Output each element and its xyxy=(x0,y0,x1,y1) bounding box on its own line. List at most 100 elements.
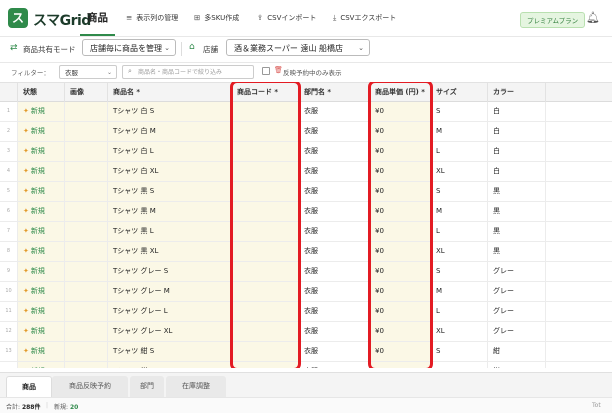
unit-price-cell[interactable]: ¥0 xyxy=(370,362,431,368)
size-cell[interactable]: S xyxy=(431,262,488,281)
image-cell[interactable] xyxy=(65,102,108,121)
color-cell[interactable]: 紺 xyxy=(488,362,546,368)
table-row[interactable]: 9 ✦ 新規 Tシャツ グレー S 衣服 ¥0 S グレー xyxy=(0,262,612,282)
status-cell[interactable]: ✦新規 xyxy=(18,182,65,201)
image-cell[interactable] xyxy=(65,302,108,321)
size-cell[interactable]: S xyxy=(431,182,488,201)
product-name-cell[interactable]: Tシャツ 黒 L xyxy=(108,222,232,241)
nav-column-settings[interactable]: ≡ 表示列の管理 xyxy=(126,13,178,23)
unit-price-cell[interactable]: ¥0 xyxy=(370,142,431,161)
nav-multi-sku[interactable]: ⊞ 多SKU作成 xyxy=(194,13,239,23)
image-cell[interactable] xyxy=(65,122,108,141)
product-code-cell[interactable] xyxy=(232,162,299,181)
unit-price-cell[interactable]: ¥0 xyxy=(370,182,431,201)
tab-products[interactable]: 商品 xyxy=(6,376,52,399)
department-cell[interactable]: 衣服 xyxy=(299,222,370,241)
status-cell[interactable]: ✦新規 xyxy=(18,162,65,181)
department-cell[interactable]: 衣服 xyxy=(299,362,370,368)
status-cell[interactable]: ✦新規 xyxy=(18,102,65,121)
product-code-cell[interactable] xyxy=(232,302,299,321)
table-row[interactable]: 6 ✦ 新規 Tシャツ 黒 M 衣服 ¥0 M 黒 xyxy=(0,202,612,222)
color-cell[interactable]: 黒 xyxy=(488,242,546,261)
product-name-cell[interactable]: Tシャツ 黒 XL xyxy=(108,242,232,261)
unit-price-cell[interactable]: ¥0 xyxy=(370,102,431,121)
image-cell[interactable] xyxy=(65,162,108,181)
status-cell[interactable]: ✦新規 xyxy=(18,222,65,241)
nav-csv-export[interactable]: ⤓ CSVエクスポート xyxy=(333,13,396,23)
table-row[interactable]: 7 ✦ 新規 Tシャツ 黒 L 衣服 ¥0 L 黒 xyxy=(0,222,612,242)
product-code-cell[interactable] xyxy=(232,262,299,281)
unit-price-cell[interactable]: ¥0 xyxy=(370,322,431,341)
product-code-cell[interactable] xyxy=(232,242,299,261)
header-status[interactable]: 状態 xyxy=(18,83,65,102)
table-row[interactable]: 1 ✦ 新規 Tシャツ 白 S 衣服 ¥0 S 白 xyxy=(0,102,612,122)
color-cell[interactable]: グレー xyxy=(488,302,546,321)
product-name-cell[interactable]: Tシャツ 紺 M xyxy=(108,362,232,368)
header-product-name[interactable]: 商品名 * xyxy=(108,83,232,102)
table-row[interactable]: 13 ✦ 新規 Tシャツ 紺 S 衣服 ¥0 S 紺 xyxy=(0,342,612,362)
unit-price-cell[interactable]: ¥0 xyxy=(370,222,431,241)
size-cell[interactable]: XL xyxy=(431,162,488,181)
bell-icon[interactable]: 🔔︎ xyxy=(586,11,600,24)
image-cell[interactable] xyxy=(65,182,108,201)
table-row[interactable]: 10 ✦ 新規 Tシャツ グレー M 衣服 ¥0 M グレー xyxy=(0,282,612,302)
color-cell[interactable]: グレー xyxy=(488,262,546,281)
header-unit-price[interactable]: 商品単価 (円) * xyxy=(370,83,431,102)
unit-price-cell[interactable]: ¥0 xyxy=(370,202,431,221)
header-size[interactable]: サイズ xyxy=(431,83,488,102)
product-code-cell[interactable] xyxy=(232,102,299,121)
color-cell[interactable]: 紺 xyxy=(488,342,546,361)
tab-departments[interactable]: 部門 xyxy=(130,376,164,397)
department-cell[interactable]: 衣服 xyxy=(299,262,370,281)
color-cell[interactable]: グレー xyxy=(488,282,546,301)
product-code-cell[interactable] xyxy=(232,182,299,201)
image-cell[interactable] xyxy=(65,142,108,161)
size-cell[interactable]: S xyxy=(431,342,488,361)
size-cell[interactable]: XL xyxy=(431,322,488,341)
product-name-cell[interactable]: Tシャツ 黒 M xyxy=(108,202,232,221)
department-cell[interactable]: 衣服 xyxy=(299,282,370,301)
department-cell[interactable]: 衣服 xyxy=(299,122,370,141)
table-row[interactable]: 2 ✦ 新規 Tシャツ 白 M 衣服 ¥0 M 白 xyxy=(0,122,612,142)
product-code-cell[interactable] xyxy=(232,122,299,141)
status-cell[interactable]: ✦新規 xyxy=(18,142,65,161)
table-row[interactable]: 5 ✦ 新規 Tシャツ 黒 S 衣服 ¥0 S 黒 xyxy=(0,182,612,202)
size-cell[interactable]: M xyxy=(431,202,488,221)
product-name-cell[interactable]: Tシャツ 白 XL xyxy=(108,162,232,181)
department-cell[interactable]: 衣服 xyxy=(299,322,370,341)
unit-price-cell[interactable]: ¥0 xyxy=(370,242,431,261)
table-row[interactable]: 14✦新規Tシャツ 紺 M衣服¥0M紺 xyxy=(0,362,612,368)
header-color[interactable]: カラー xyxy=(488,83,546,102)
mode-select[interactable]: 店舗毎に商品を管理 ⌄ xyxy=(82,39,176,56)
status-cell[interactable]: ✦新規 xyxy=(18,362,65,368)
unit-price-cell[interactable]: ¥0 xyxy=(370,162,431,181)
unit-price-cell[interactable]: ¥0 xyxy=(370,122,431,141)
nav-tab-products[interactable]: 商品 xyxy=(80,0,115,36)
unit-price-cell[interactable]: ¥0 xyxy=(370,342,431,361)
product-name-cell[interactable]: Tシャツ 白 M xyxy=(108,122,232,141)
product-code-cell[interactable] xyxy=(232,342,299,361)
department-cell[interactable]: 衣服 xyxy=(299,102,370,121)
product-name-cell[interactable]: Tシャツ 白 L xyxy=(108,142,232,161)
status-cell[interactable]: ✦新規 xyxy=(18,262,65,281)
image-cell[interactable] xyxy=(65,322,108,341)
status-cell[interactable]: ✦新規 xyxy=(18,342,65,361)
unit-price-cell[interactable]: ¥0 xyxy=(370,282,431,301)
product-code-cell[interactable] xyxy=(232,282,299,301)
image-cell[interactable] xyxy=(65,242,108,261)
color-cell[interactable]: 黒 xyxy=(488,202,546,221)
size-cell[interactable]: M xyxy=(431,362,488,368)
color-cell[interactable]: 白 xyxy=(488,142,546,161)
product-name-cell[interactable]: Tシャツ 紺 S xyxy=(108,342,232,361)
header-department[interactable]: 部門名 * xyxy=(299,83,370,102)
department-cell[interactable]: 衣服 xyxy=(299,182,370,201)
size-cell[interactable]: S xyxy=(431,102,488,121)
department-cell[interactable]: 衣服 xyxy=(299,242,370,261)
department-cell[interactable]: 衣服 xyxy=(299,142,370,161)
status-cell[interactable]: ✦新規 xyxy=(18,302,65,321)
search-box[interactable]: ⌕ xyxy=(122,65,254,79)
tab-stock-adjustment[interactable]: 在庫調整 xyxy=(166,376,226,397)
image-cell[interactable] xyxy=(65,342,108,361)
tab-product-reservations[interactable]: 商品反映予約 xyxy=(52,376,128,397)
size-cell[interactable]: M xyxy=(431,122,488,141)
